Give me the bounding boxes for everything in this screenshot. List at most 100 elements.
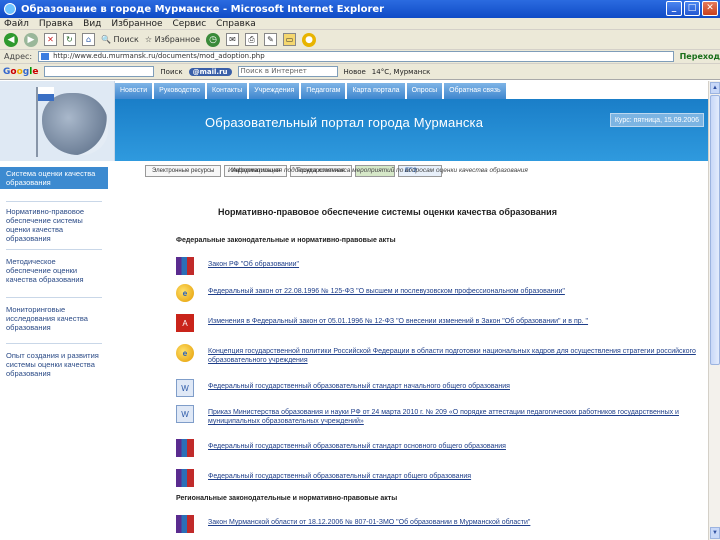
section-heading-federal: Федеральные законодательные и нормативно… <box>176 237 396 244</box>
edit-icon[interactable]: ✎ <box>264 33 278 46</box>
print-icon[interactable]: ⎙ <box>245 33 259 46</box>
web-page-icon: e <box>176 284 194 302</box>
menu-tools[interactable]: Сервис <box>173 19 207 29</box>
stop-icon[interactable]: ✕ <box>44 33 57 46</box>
menu-bar: Файл Правка Вид Избранное Сервис Справка <box>0 18 720 30</box>
page-title: Нормативно-правовое обеспечение системы … <box>218 207 557 217</box>
document-link[interactable]: Федеральный государственный образователь… <box>208 379 510 391</box>
mail-icon[interactable]: ✉ <box>226 33 240 46</box>
vertical-scrollbar[interactable]: ▲ ▼ <box>708 81 720 540</box>
search-label: Поиск <box>113 35 139 44</box>
menu-edit[interactable]: Правка <box>39 19 73 29</box>
pdf-icon: A <box>176 314 194 332</box>
document-link[interactable]: Изменения в Федеральный закон от 05.01.1… <box>208 314 588 326</box>
main-navigation: Новости Руководство Контакты Учреждения … <box>115 83 708 99</box>
window-controls: _ □ ✕ <box>666 1 718 16</box>
flag-icon <box>38 87 54 101</box>
menu-view[interactable]: Вид <box>83 19 101 29</box>
sidebar-divider <box>6 201 102 202</box>
sidebar-item-methodical[interactable]: Методическое обеспечение оценки качества… <box>0 255 108 286</box>
mail-ru-button[interactable]: @mail.ru <box>188 67 232 76</box>
sidebar-item-monitoring[interactable]: Мониторинговые исследования качества обр… <box>0 303 108 334</box>
portal-banner: Образовательный портал города Мурманска … <box>115 99 708 161</box>
portal-logo[interactable] <box>0 81 115 161</box>
document-link[interactable]: Федеральный государственный образователь… <box>208 469 471 481</box>
nav-tab-polls[interactable]: Опросы <box>406 83 443 99</box>
nav-tab-feedback[interactable]: Обратная связь <box>444 83 506 99</box>
favorites-button[interactable]: ☆ Избранное <box>145 35 200 44</box>
google-search-input[interactable] <box>44 66 155 77</box>
address-input[interactable]: http://www.edu.murmansk.ru/documents/mod… <box>38 51 674 62</box>
document-row[interactable]: e Концепция государственной политики Рос… <box>176 344 696 365</box>
document-link[interactable]: Закон Мурманской области от 18.12.2006 №… <box>208 515 530 527</box>
nav-tab-news[interactable]: Новости <box>115 83 153 99</box>
document-link[interactable]: Закон РФ "Об образовании" <box>208 257 299 269</box>
news-button[interactable]: Новое <box>344 68 366 76</box>
scroll-thumb[interactable] <box>710 95 720 365</box>
google-search-button[interactable]: Поиск <box>160 68 182 76</box>
document-row[interactable]: Закон Мурманской области от 18.12.2006 №… <box>176 515 696 533</box>
sidebar-divider <box>6 249 102 250</box>
sidebar: Система оценки качества образования Норм… <box>0 161 108 540</box>
google-toolbar: Google Поиск @mail.ru Поиск в Интернет Н… <box>0 64 720 80</box>
standard-toolbar: ◀ ▶ ✕ ↻ ⌂ 🔍 Поиск ☆ Избранное ◷ ✉ ⎙ ✎ ▭ … <box>0 30 720 50</box>
window-title: Образование в городе Мурманске - Microso… <box>21 3 385 15</box>
document-link[interactable]: Федеральный государственный образователь… <box>208 439 506 451</box>
web-page-icon: e <box>176 344 194 362</box>
sidebar-divider <box>6 297 102 298</box>
maximize-button[interactable]: □ <box>684 1 700 16</box>
document-row[interactable]: A Изменения в Федеральный закон от 05.01… <box>176 314 696 332</box>
section-heading-regional: Региональные законодательные и нормативн… <box>176 495 398 502</box>
archive-icon <box>176 257 194 275</box>
scroll-up-icon[interactable]: ▲ <box>710 82 720 94</box>
sidebar-item-normative[interactable]: Нормативно-правовое обеспечение системы … <box>0 205 108 245</box>
minimize-button[interactable]: _ <box>666 1 682 16</box>
address-bar: Адрес: http://www.edu.murmansk.ru/docume… <box>0 50 720 64</box>
forward-arrow-icon[interactable]: ▶ <box>24 32 38 47</box>
favorites-label: Избранное <box>154 35 201 44</box>
history-icon[interactable]: ◷ <box>206 32 221 47</box>
internet-search-input[interactable]: Поиск в Интернет <box>237 66 338 77</box>
nav-tab-contacts[interactable]: Контакты <box>207 83 248 99</box>
archive-icon <box>176 439 194 457</box>
nav-tab-teachers[interactable]: Педагогам <box>301 83 346 99</box>
subtab-e-resources[interactable]: Электронные ресурсы <box>145 165 222 177</box>
nav-tab-sitemap[interactable]: Карта портала <box>347 83 405 99</box>
document-row[interactable]: W Приказ Министерства образования и наук… <box>176 405 696 426</box>
back-arrow-icon[interactable]: ◀ <box>4 32 18 47</box>
date-badge: Курс: пятница, 15.09.2006 <box>609 113 704 127</box>
scroll-down-icon[interactable]: ▼ <box>710 527 720 539</box>
address-label: Адрес: <box>4 52 33 61</box>
messenger-icon[interactable]: ● <box>302 32 317 47</box>
document-row[interactable]: e Федеральный закон от 22.08.1996 № 125-… <box>176 284 696 302</box>
document-link[interactable]: Федеральный закон от 22.08.1996 № 125-ФЗ… <box>208 284 565 296</box>
ie-icon <box>4 3 16 15</box>
menu-file[interactable]: Файл <box>4 19 29 29</box>
close-button[interactable]: ✕ <box>702 1 718 16</box>
page-viewport: Новости Руководство Контакты Учреждения … <box>0 81 708 540</box>
document-row[interactable]: Федеральный государственный образователь… <box>176 469 696 487</box>
home-icon[interactable]: ⌂ <box>82 33 95 46</box>
document-row[interactable]: Закон РФ "Об образовании" <box>176 257 696 275</box>
refresh-icon[interactable]: ↻ <box>63 33 76 46</box>
nav-tab-institutions[interactable]: Учреждения <box>249 83 300 99</box>
info-subheading: Информационная поддержка комплекса мероп… <box>228 167 528 174</box>
document-row[interactable]: W Федеральный государственный образовате… <box>176 379 696 397</box>
document-link[interactable]: Приказ Министерства образования и науки … <box>208 405 696 426</box>
menu-help[interactable]: Справка <box>216 19 256 29</box>
document-link[interactable]: Концепция государственной политики Росси… <box>208 344 696 365</box>
word-document-icon: W <box>176 379 194 397</box>
portal-title: Образовательный портал города Мурманска <box>205 115 484 130</box>
archive-icon <box>176 515 194 533</box>
document-row[interactable]: Федеральный государственный образователь… <box>176 439 696 457</box>
sidebar-item-experience[interactable]: Опыт создания и развития системы оценки … <box>0 349 108 380</box>
go-button[interactable]: Переход <box>680 52 720 61</box>
emblem-image <box>42 93 108 155</box>
search-button[interactable]: 🔍 Поиск <box>101 35 139 44</box>
sidebar-item-system[interactable]: Система оценки качества образования <box>0 167 108 189</box>
window-titlebar: Образование в городе Мурманске - Microso… <box>0 0 720 18</box>
google-logo: Google <box>3 66 39 77</box>
nav-tab-management[interactable]: Руководство <box>154 83 206 99</box>
menu-favorites[interactable]: Избранное <box>111 19 162 29</box>
folder-icon[interactable]: ▭ <box>283 33 297 46</box>
